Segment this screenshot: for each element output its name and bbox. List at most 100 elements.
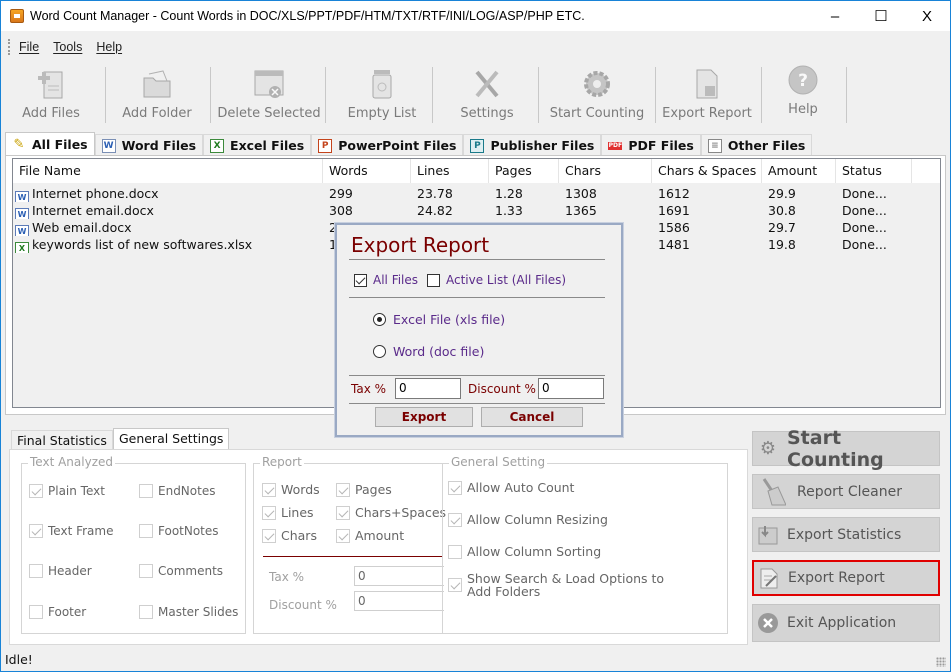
help-label: Help bbox=[788, 102, 818, 117]
maximize-button[interactable]: ☐ bbox=[858, 1, 904, 31]
text-frame-checkbox[interactable]: Text Frame bbox=[29, 524, 113, 538]
word-file-icon: W bbox=[15, 191, 29, 202]
master-slides-checkbox[interactable]: Master Slides bbox=[139, 605, 238, 619]
delete-selected-button[interactable]: Delete Selected bbox=[215, 63, 323, 125]
header-checkbox[interactable]: Header bbox=[29, 564, 92, 578]
empty-list-icon bbox=[366, 68, 398, 100]
column-header-chars[interactable]: Chars bbox=[559, 159, 652, 183]
show-search-load-options-checkbox[interactable]: Show Search & Load Options to Add Folder… bbox=[448, 572, 688, 598]
status-cell: Done... bbox=[842, 186, 887, 201]
help-button[interactable]: ? Help bbox=[773, 63, 833, 125]
allow-column-resizing-checkbox[interactable]: Allow Column Resizing bbox=[448, 512, 608, 527]
all-files-checkbox[interactable]: All Files bbox=[354, 273, 418, 287]
column-header-pages[interactable]: Pages bbox=[489, 159, 559, 183]
tab-label: PDF Files bbox=[628, 138, 694, 153]
button-label: Export Statistics bbox=[787, 526, 902, 543]
column-header-amount[interactable]: Amount bbox=[762, 159, 836, 183]
lines-checkbox[interactable]: Lines bbox=[262, 505, 314, 520]
discount-input[interactable]: 0 bbox=[354, 591, 444, 611]
pdf-file-icon: PDF bbox=[608, 141, 623, 150]
tab-excel-files[interactable]: X Excel Files bbox=[203, 134, 312, 156]
tab-label: Word Files bbox=[121, 138, 197, 153]
tax-label: Tax % bbox=[269, 570, 305, 584]
word-file-icon: W bbox=[101, 138, 116, 153]
word-file-icon: W bbox=[15, 225, 29, 236]
chars-checkbox[interactable]: Chars bbox=[262, 528, 317, 543]
exit-application-button[interactable]: Exit Application bbox=[752, 604, 940, 642]
file-name-cell: W Internet phone.docx bbox=[13, 185, 323, 202]
cancel-button[interactable]: Cancel bbox=[481, 407, 583, 427]
checkbox-label: Plain Text bbox=[48, 484, 105, 498]
export-button[interactable]: Export bbox=[375, 407, 473, 427]
export-report-toolbar-button[interactable]: Export Report bbox=[659, 63, 755, 125]
text-analyzed-group: Text Analyzed Plain Text EndNotes Text F… bbox=[21, 455, 246, 634]
amount-checkbox[interactable]: Amount bbox=[336, 528, 404, 543]
menu-tools[interactable]: Tools bbox=[53, 40, 82, 54]
dialog-tax-input[interactable]: 0 bbox=[395, 378, 461, 399]
active-list-checkbox[interactable]: Active List (All Files) bbox=[427, 273, 566, 287]
tab-publisher-files[interactable]: P Publisher Files bbox=[463, 134, 602, 156]
svg-text:?: ? bbox=[798, 71, 808, 91]
tab-powerpoint-files[interactable]: P PowerPoint Files bbox=[311, 134, 464, 156]
tab-all-files[interactable]: ✎ All Files bbox=[5, 132, 95, 156]
resize-grip[interactable] bbox=[936, 657, 946, 667]
help-icon: ? bbox=[787, 64, 819, 96]
words-checkbox[interactable]: Words bbox=[262, 482, 320, 497]
dialog-discount-input[interactable]: 0 bbox=[538, 378, 604, 399]
checkbox-label: Amount bbox=[355, 528, 405, 543]
tab-pdf-files[interactable]: PDF PDF Files bbox=[601, 134, 701, 156]
menu-file[interactable]: File bbox=[19, 40, 39, 54]
toolbar-separator bbox=[325, 67, 326, 123]
tax-input[interactable]: 0 bbox=[354, 566, 444, 586]
add-files-icon bbox=[35, 68, 67, 100]
column-header-lines[interactable]: Lines bbox=[411, 159, 489, 183]
tab-other-files[interactable]: ≡ Other Files bbox=[700, 134, 813, 156]
lines-cell: 23.78 bbox=[417, 186, 453, 201]
footer-checkbox[interactable]: Footer bbox=[29, 605, 86, 619]
table-row[interactable]: W Internet email.docx 308 24.82 1.33 1365… bbox=[13, 202, 940, 219]
general-setting-group: General Setting Allow Auto Count Allow C… bbox=[442, 455, 728, 634]
add-folder-button[interactable]: Add Folder bbox=[116, 63, 198, 125]
chars-spaces-checkbox[interactable]: Chars+Spaces bbox=[336, 505, 446, 520]
settings-button[interactable]: Settings bbox=[447, 63, 527, 125]
menu-grip bbox=[8, 39, 10, 55]
tab-final-statistics[interactable]: Final Statistics bbox=[11, 430, 113, 450]
table-row[interactable]: W Internet phone.docx 299 23.78 1.28 1308… bbox=[13, 185, 940, 202]
radio-circle bbox=[373, 313, 386, 326]
plain-text-checkbox[interactable]: Plain Text bbox=[29, 484, 105, 498]
checkbox-label: FootNotes bbox=[158, 524, 219, 538]
export-report-dialog: Export Report All Files Active List (All… bbox=[335, 223, 623, 437]
checkbox-box bbox=[448, 512, 462, 527]
minimize-button[interactable]: – bbox=[812, 1, 858, 31]
checkbox-label: Allow Column Sorting bbox=[467, 544, 602, 559]
menu-help[interactable]: Help bbox=[96, 40, 122, 54]
allow-auto-count-checkbox[interactable]: Allow Auto Count bbox=[448, 480, 574, 495]
tab-word-files[interactable]: W Word Files bbox=[94, 134, 204, 156]
report-cleaner-button[interactable]: Report Cleaner bbox=[752, 474, 940, 509]
empty-list-label: Empty List bbox=[347, 106, 417, 121]
text-analyzed-title: Text Analyzed bbox=[28, 455, 115, 469]
start-counting-button-large[interactable]: ⚙ Start Counting bbox=[752, 427, 940, 471]
amount-cell: 19.8 bbox=[768, 237, 796, 252]
button-label: Start Counting bbox=[787, 426, 884, 471]
add-files-button[interactable]: Add Files bbox=[15, 63, 87, 125]
toolbar-separator bbox=[105, 67, 106, 123]
column-header-chars-spaces[interactable]: Chars & Spaces bbox=[652, 159, 762, 183]
column-header-status[interactable]: Status bbox=[836, 159, 912, 183]
column-header-words[interactable]: Words bbox=[323, 159, 411, 183]
endnotes-checkbox[interactable]: EndNotes bbox=[139, 484, 215, 498]
excel-format-radio[interactable]: Excel File (xls file) bbox=[373, 312, 505, 327]
pages-checkbox[interactable]: Pages bbox=[336, 482, 392, 497]
column-header-file-name[interactable]: File Name bbox=[13, 159, 323, 183]
export-report-button[interactable]: Export Report bbox=[752, 560, 940, 596]
start-counting-button[interactable]: Start Counting bbox=[545, 63, 649, 125]
close-button[interactable]: X bbox=[904, 1, 950, 31]
footnotes-checkbox[interactable]: FootNotes bbox=[139, 524, 219, 538]
word-format-radio[interactable]: Word (doc file) bbox=[373, 344, 484, 359]
file-name: keywords list of new softwares.xlsx bbox=[32, 237, 253, 252]
allow-column-sorting-checkbox[interactable]: Allow Column Sorting bbox=[448, 544, 601, 559]
export-statistics-button[interactable]: Export Statistics bbox=[752, 517, 940, 552]
empty-list-button[interactable]: Empty List bbox=[337, 63, 427, 125]
comments-checkbox[interactable]: Comments bbox=[139, 564, 223, 578]
tab-general-settings[interactable]: General Settings bbox=[112, 428, 230, 450]
